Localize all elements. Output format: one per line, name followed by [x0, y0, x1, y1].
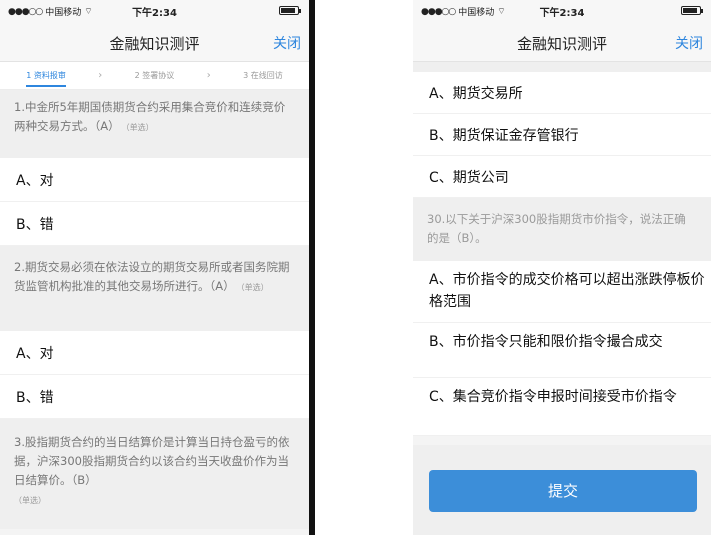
option-b[interactable]: B、错: [0, 202, 309, 246]
clock: 下午2:34: [539, 8, 585, 19]
step-2: 2 签署协议: [134, 71, 175, 80]
question-text: 30.以下关于沪深300股指期货市价指令，说法正确的是（B）。: [413, 198, 711, 261]
option-b[interactable]: B、错: [0, 375, 309, 419]
question-list: 1.中金所5年期国债期货合约采用集合竞价和连续竞价两种交易方式。（A） （单选） …: [0, 90, 309, 529]
option-a[interactable]: A、期货交易所: [413, 72, 711, 114]
question-list: A、期货交易所 B、期货保证金存管银行 C、期货公司 30.以下关于沪深300股…: [413, 62, 711, 436]
battery-icon: [279, 6, 301, 15]
close-button[interactable]: 关闭: [675, 33, 703, 53]
option-c[interactable]: C、集合竞价指令申报时间接受市价指令: [413, 378, 711, 436]
question-30-text: 30.以下关于沪深300股指期货市价指令，说法正确的是（B）。: [427, 212, 686, 245]
clock: 下午2:34: [132, 8, 177, 19]
option-c[interactable]: C、期货公司: [413, 156, 711, 198]
option-b[interactable]: B、市价指令只能和限价指令撮合成交: [413, 323, 711, 378]
question-type-badge: （单选）: [240, 283, 269, 292]
divider: [312, 0, 315, 535]
submit-button[interactable]: 提交: [429, 470, 697, 512]
spacer: [413, 62, 711, 72]
step-indicator: 1 资料报审 › 2 签署协议 › 3 在线回访: [0, 62, 309, 90]
nav-bar: 金融知识测评 关闭: [0, 22, 309, 62]
page-title: 金融知识测评: [109, 35, 200, 53]
page-title: 金融知识测评: [516, 35, 607, 53]
step-3: 3 在线回访: [243, 71, 283, 80]
status-bar: ●●●○○ 中国移动 ⌔ 下午2:34: [413, 0, 711, 22]
option-b[interactable]: B、期货保证金存管银行: [413, 114, 711, 156]
left-phone-screen: ●●●○○ 中国移动 ⌔ 下午2:34 金融知识测评 关闭 1 资料报审 › 2…: [0, 0, 312, 535]
question-3-text: 3.股指期货合约的当日结算价是计算当日持仓盈亏的依据，沪深300股指期货合约以该…: [14, 435, 290, 487]
option-a[interactable]: A、市价指令的成交价格可以超出涨跌停板价格范围: [413, 261, 711, 323]
submit-area: 提交: [413, 445, 711, 535]
question-type-badge: （单选）: [125, 123, 154, 132]
question-type-badge: （单选）: [14, 496, 46, 505]
option-a[interactable]: A、对: [0, 158, 309, 202]
question-text: 3.股指期货合约的当日结算价是计算当日持仓盈亏的依据，沪深300股指期货合约以该…: [0, 419, 309, 529]
question-text: 2.期货交易必须在依法设立的期货交易所或者国务院期货监管机构批准的其他交易场所进…: [0, 246, 309, 331]
status-bar: ●●●○○ 中国移动 ⌔ 下午2:34: [0, 0, 309, 22]
question-text: 1.中金所5年期国债期货合约采用集合竞价和连续竞价两种交易方式。（A） （单选）: [0, 90, 309, 158]
close-button[interactable]: 关闭: [273, 33, 301, 53]
battery-icon: [681, 6, 703, 15]
right-phone-screen: ●●●○○ 中国移动 ⌔ 下午2:34 金融知识测评 关闭 A、期货交易所 B、…: [413, 0, 711, 535]
step-1: 1 资料报审: [26, 70, 66, 87]
option-a[interactable]: A、对: [0, 331, 309, 375]
chevron-right-icon: ›: [98, 70, 103, 81]
chevron-right-icon: ›: [206, 70, 211, 81]
nav-bar: 金融知识测评 关闭: [413, 22, 711, 62]
